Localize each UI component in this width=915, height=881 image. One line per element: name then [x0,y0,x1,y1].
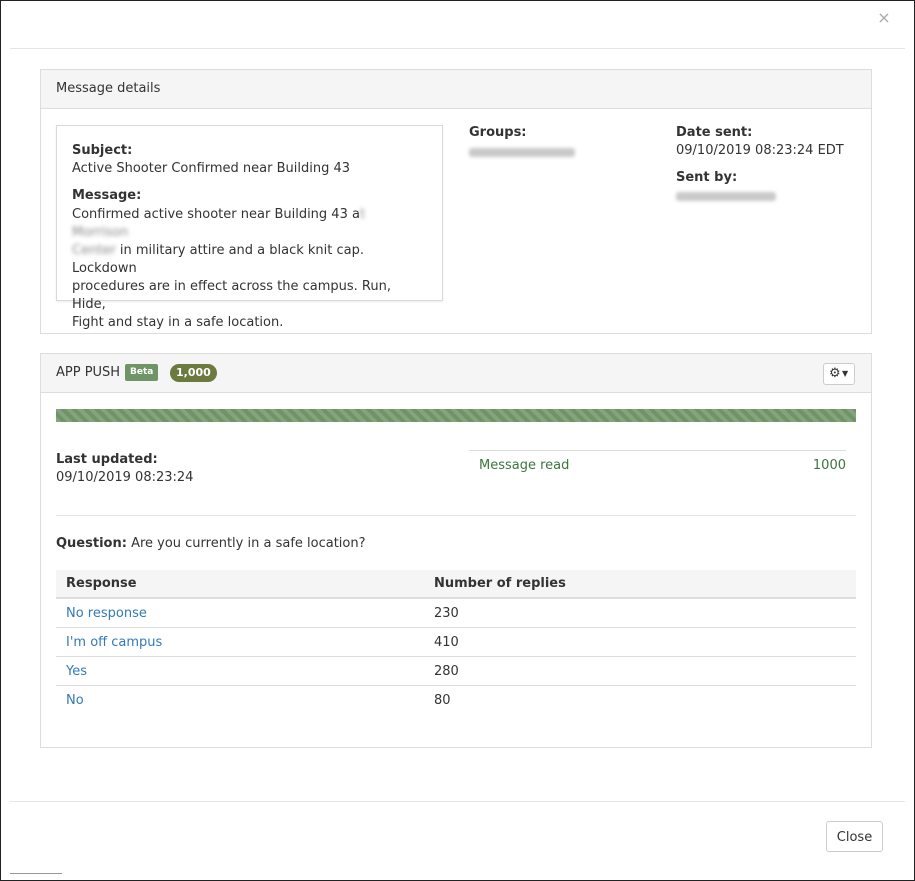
message-text: procedures are in effect across the camp… [72,279,391,312]
last-updated-label: Last updated: [56,452,158,467]
table-row: No response 230 [56,598,856,628]
footer-divider [10,801,905,802]
message-text: Fight and stay in a safe location. [72,315,284,330]
header-divider [10,48,905,49]
subject-label: Subject: [72,143,133,158]
redacted-text: Center [72,243,116,258]
question: Question: Are you currently in a safe lo… [56,536,366,551]
question-text: Are you currently in a safe location? [131,536,366,551]
response-link[interactable]: No [66,693,84,708]
recipient-count-badge: 1,000 [170,364,217,382]
message-details-heading: Message details [41,70,871,109]
table-row: Yes 280 [56,656,856,686]
subject-value: Active Shooter Confirmed near Building 4… [72,161,351,176]
reply-count: 280 [424,656,856,686]
app-push-panel: APP PUSH Beta 1,000 ⚙ ▼ Last updated: 09… [40,353,872,748]
response-link[interactable]: No response [66,606,147,621]
message-label: Message: [72,188,142,203]
question-label: Question: [56,536,127,551]
reply-count: 410 [424,627,856,657]
last-updated-value: 09/10/2019 08:23:24 [56,470,194,485]
beta-badge: Beta [125,364,159,381]
responses-table: Response Number of replies No response 2… [56,570,856,714]
date-sent-value: 09/10/2019 08:23:24 EDT [676,143,844,158]
response-link[interactable]: I'm off campus [66,635,162,650]
gear-icon: ⚙ [829,366,841,381]
sent-by-label: Sent by: [676,170,738,185]
message-body: Confirmed active shooter near Building 4… [72,206,422,332]
message-details-panel: Message details Subject: Active Shooter … [40,69,872,334]
groups-label: Groups: [469,125,527,140]
redacted-groups [469,148,575,157]
response-link[interactable]: Yes [66,664,87,679]
reply-count: 80 [434,692,451,708]
column-header-replies: Number of replies [424,570,856,599]
delivery-progress-bar [56,409,856,422]
table-header-row: Response Number of replies [56,570,856,599]
message-read-row: Message read 1000 [469,450,846,479]
table-row: No 80 [56,686,856,715]
divider [10,873,62,874]
column-header-response: Response [56,570,424,599]
settings-dropdown-button[interactable]: ⚙ ▼ [823,363,855,385]
panel-title: Message details [56,81,161,96]
divider [56,515,856,516]
close-button[interactable]: Close [826,821,883,852]
redacted-sender [676,192,776,201]
close-icon[interactable]: × [876,8,892,28]
caret-down-icon: ▼ [842,369,849,378]
message-text: Confirmed active shooter near Building 4… [72,207,360,222]
app-push-heading: APP PUSH Beta 1,000 ⚙ ▼ [41,354,871,393]
reply-count: 230 [424,598,856,628]
panel-title: APP PUSH [56,365,121,380]
message-box: Subject: Active Shooter Confirmed near B… [56,125,443,330]
message-read-label: Message read [479,458,570,473]
table-row: I'm off campus 410 [56,627,856,657]
message-read-count: 1000 [812,458,846,473]
date-sent-label: Date sent: [676,125,753,140]
